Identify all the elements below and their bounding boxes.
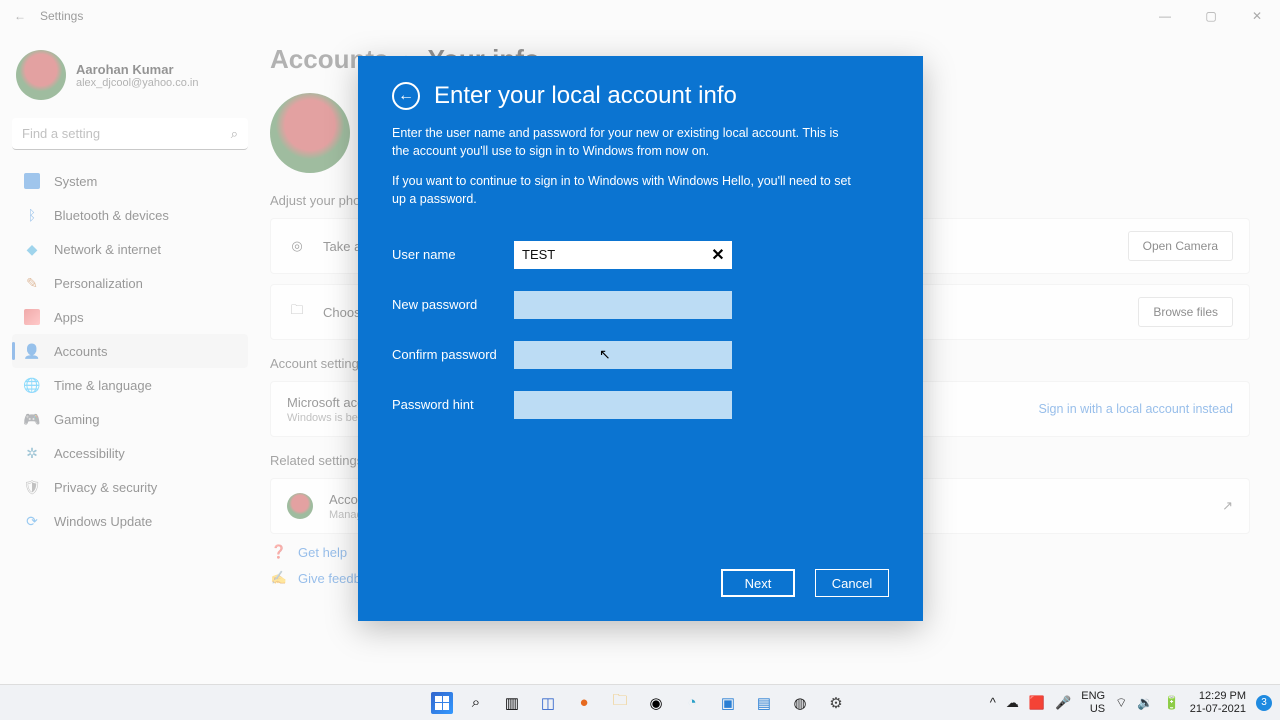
lang-line: ENG [1081, 690, 1105, 702]
volume-icon[interactable]: 🔉 [1137, 695, 1153, 711]
widgets-icon[interactable]: ◫ [535, 690, 561, 716]
modal-title: Enter your local account info [434, 82, 737, 110]
store-icon[interactable]: ▣ [715, 690, 741, 716]
local-account-modal: ← Enter your local account info Enter th… [358, 56, 923, 621]
clock-date: 21-07-2021 [1190, 703, 1246, 715]
chrome-icon[interactable]: ◉ [643, 690, 669, 716]
password-hint-input[interactable] [514, 391, 732, 419]
firefox-icon[interactable]: ● [571, 690, 597, 716]
clock-time: 12:29 PM [1190, 690, 1246, 702]
clock[interactable]: 12:29 PM 21-07-2021 [1190, 690, 1246, 714]
start-button[interactable] [431, 692, 453, 714]
lang-line: US [1081, 703, 1105, 715]
username-input[interactable] [514, 241, 732, 269]
new-password-input[interactable] [514, 291, 732, 319]
file-explorer-icon[interactable]: 🗀 [607, 690, 633, 716]
notification-badge[interactable]: 3 [1256, 695, 1272, 711]
next-button[interactable]: Next [721, 569, 795, 597]
system-tray[interactable]: ^ ☁ 🟥 🎤 ENG US ⌔ 🔉 🔋 12:29 PM 21-07-2021… [990, 690, 1272, 714]
cancel-button[interactable]: Cancel [815, 569, 889, 597]
onedrive-icon[interactable]: ☁ [1006, 695, 1019, 711]
obs-icon[interactable]: ◍ [787, 690, 813, 716]
modal-back-button[interactable]: ← [392, 82, 420, 110]
modal-description: Enter the user name and password for you… [392, 124, 852, 221]
clear-icon[interactable]: ✕ [708, 245, 728, 265]
search-taskbar-icon[interactable]: ⌕ [463, 690, 489, 716]
modal-desc-line: If you want to continue to sign in to Wi… [392, 172, 852, 208]
app-icon[interactable]: ▤ [751, 690, 777, 716]
password-hint-label: Password hint [392, 397, 514, 412]
username-field-wrap: ✕ [514, 241, 732, 269]
task-view-icon[interactable]: ▥ [499, 690, 525, 716]
wifi-tray-icon[interactable]: ⌔ [1115, 695, 1127, 711]
settings-taskbar-icon[interactable]: ⚙ [823, 690, 849, 716]
confirm-password-label: Confirm password [392, 347, 514, 362]
language-indicator[interactable]: ENG US [1081, 690, 1105, 714]
taskbar: ⌕ ▥ ◫ ● 🗀 ◉ ◔ ▣ ▤ ◍ ⚙ ^ ☁ 🟥 🎤 ENG US ⌔ 🔉… [0, 684, 1280, 720]
username-label: User name [392, 247, 514, 262]
edge-icon[interactable]: ◔ [679, 690, 705, 716]
modal-desc-line: Enter the user name and password for you… [392, 124, 852, 160]
mic-icon[interactable]: 🎤 [1055, 695, 1071, 711]
tray-app-icon[interactable]: 🟥 [1029, 695, 1045, 711]
new-password-label: New password [392, 297, 514, 312]
battery-icon[interactable]: 🔋 [1164, 695, 1180, 711]
chevron-up-icon[interactable]: ^ [990, 695, 996, 710]
confirm-password-input[interactable] [514, 341, 732, 369]
